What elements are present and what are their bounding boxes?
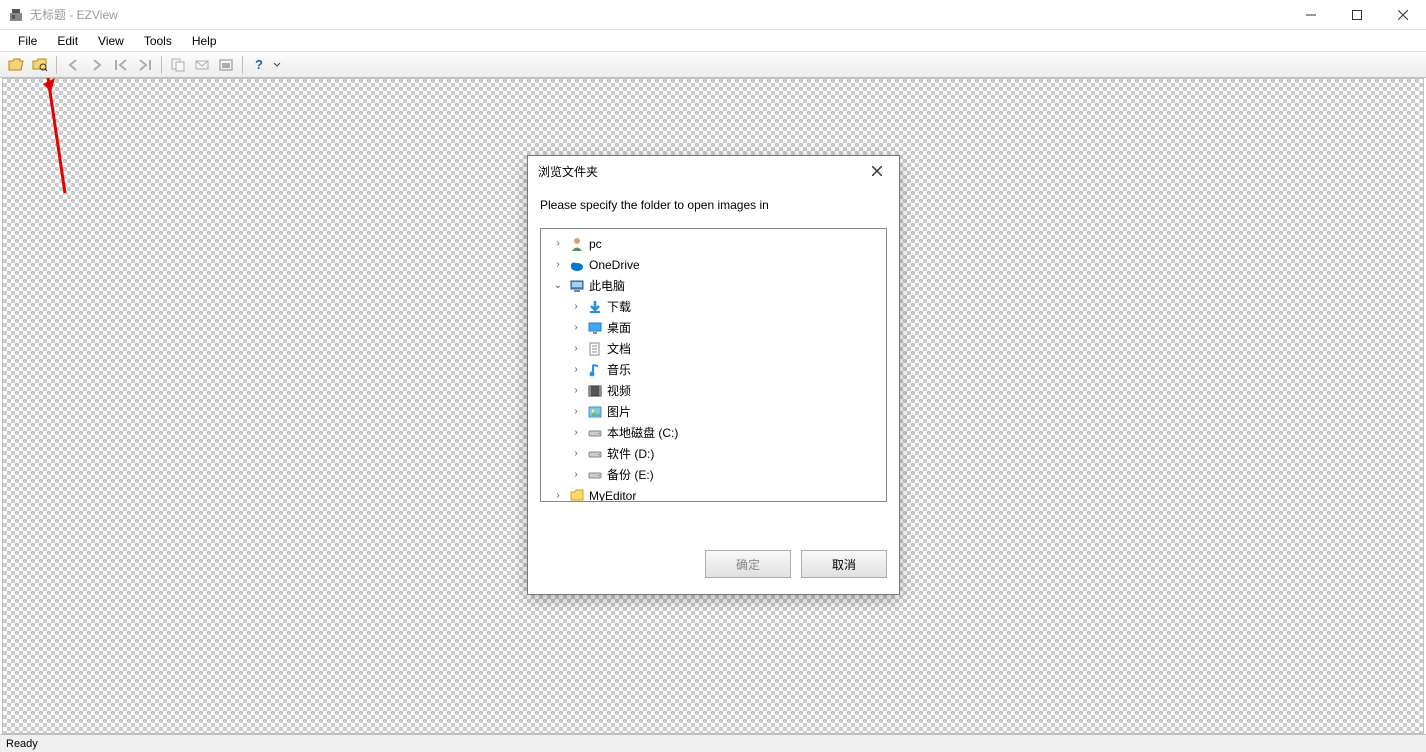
video-icon [587,383,603,399]
expand-icon[interactable]: › [569,385,583,396]
tree-item-label: 此电脑 [589,277,625,294]
drive-icon [587,425,603,441]
tree-item[interactable]: › MyEditor [543,485,884,502]
menu-edit[interactable]: Edit [47,32,88,50]
expand-icon[interactable]: › [569,406,583,417]
last-button [133,54,157,76]
statusbar: Ready [0,734,1426,752]
computer-icon [569,278,585,294]
tree-item-label: 备份 (E:) [607,466,654,483]
tree-item[interactable]: › OneDrive [543,254,884,275]
dialog-close-button[interactable] [865,159,889,183]
toolbar-separator [56,56,57,74]
toolbar-separator [161,56,162,74]
expand-icon[interactable]: › [569,469,583,480]
tree-item-label: MyEditor [589,489,636,503]
close-button[interactable] [1380,0,1426,30]
expand-icon[interactable]: › [551,238,565,249]
tree-item-label: OneDrive [589,258,640,272]
app-icon [8,7,24,23]
tree-item[interactable]: › 本地磁盘 (C:) [543,422,884,443]
onedrive-icon [569,257,585,273]
email-button [190,54,214,76]
tree-item-label: 桌面 [607,319,631,336]
user-icon [569,236,585,252]
menu-tools[interactable]: Tools [134,32,182,50]
menu-file[interactable]: File [8,32,47,50]
tree-item[interactable]: › 备份 (E:) [543,464,884,485]
fullscreen-button [214,54,238,76]
open-folder-button[interactable] [28,54,52,76]
tree-item-label: 本地磁盘 (C:) [607,424,678,441]
tree-item-label: 文档 [607,340,631,357]
tree-item[interactable]: › 文档 [543,338,884,359]
expand-icon[interactable]: › [551,259,565,270]
music-icon [587,362,603,378]
desktop-icon [587,320,603,336]
tree-item[interactable]: › 图片 [543,401,884,422]
tree-item-label: 软件 (D:) [607,445,654,462]
copy-button [166,54,190,76]
tree-item[interactable]: › 下载 [543,296,884,317]
menubar: File Edit View Tools Help [0,30,1426,52]
tree-item-label: pc [589,237,602,251]
window-title: 无标题 - EZView [30,6,118,23]
minimize-button[interactable] [1288,0,1334,30]
folder-tree[interactable]: › pc › OneDrive ⌄ 此电脑 › 下载 › 桌面 › 文档 › 音乐 › 视频 › 图片 › 本地磁盘 … [540,228,887,502]
next-button [85,54,109,76]
dialog-title-text: 浏览文件夹 [538,163,598,180]
tree-item[interactable]: › pc [543,233,884,254]
dialog-buttons: 确定 取消 [528,534,899,594]
expand-icon[interactable]: › [551,490,565,501]
window-controls [1288,0,1426,30]
maximize-button[interactable] [1334,0,1380,30]
help-button[interactable]: ? [247,54,271,76]
tree-item-label: 音乐 [607,361,631,378]
open-file-button[interactable] [4,54,28,76]
collapse-icon[interactable]: ⌄ [551,280,565,291]
expand-icon[interactable]: › [569,322,583,333]
status-text: Ready [6,738,38,750]
tree-item[interactable]: › 桌面 [543,317,884,338]
expand-icon[interactable]: › [569,427,583,438]
picture-icon [587,404,603,420]
download-icon [587,299,603,315]
dialog-titlebar: 浏览文件夹 [528,156,899,186]
toolbar: ? [0,52,1426,78]
tree-item-label: 下载 [607,298,631,315]
drive-icon [587,467,603,483]
ok-button[interactable]: 确定 [705,550,791,578]
tree-item[interactable]: › 视频 [543,380,884,401]
dialog-instruction: Please specify the folder to open images… [540,198,887,212]
tree-item[interactable]: › 音乐 [543,359,884,380]
help-dropdown[interactable] [271,54,283,76]
tree-item[interactable]: › 软件 (D:) [543,443,884,464]
menu-help[interactable]: Help [182,32,227,50]
toolbar-separator [242,56,243,74]
expand-icon[interactable]: › [569,364,583,375]
expand-icon[interactable]: › [569,343,583,354]
menu-view[interactable]: View [88,32,134,50]
tree-item-label: 图片 [607,403,631,420]
dialog-body: Please specify the folder to open images… [528,186,899,534]
first-button [109,54,133,76]
cancel-button[interactable]: 取消 [801,550,887,578]
titlebar: 无标题 - EZView [0,0,1426,30]
tree-item[interactable]: ⌄ 此电脑 [543,275,884,296]
document-icon [587,341,603,357]
expand-icon[interactable]: › [569,301,583,312]
expand-icon[interactable]: › [569,448,583,459]
drive-icon [587,446,603,462]
prev-button [61,54,85,76]
tree-item-label: 视频 [607,382,631,399]
browse-folder-dialog: 浏览文件夹 Please specify the folder to open … [527,155,900,595]
folder-icon [569,488,585,503]
